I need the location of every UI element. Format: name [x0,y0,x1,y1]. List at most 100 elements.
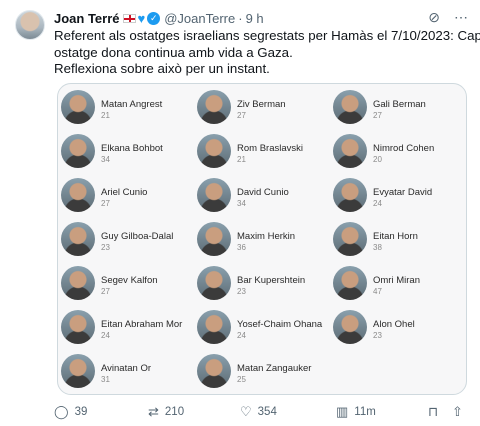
separator-dot: · [238,10,243,26]
hostage-name: Segev Kalfon [101,275,158,286]
hostage-name: Maxim Herkin [237,231,296,242]
reply-icon: ◯ [54,404,69,419]
hostage-entry: Yosef-Chaim Ohana 24 [197,310,333,344]
hostage-entry: Alon Ohel 23 [333,310,469,344]
like-button[interactable]: ♡ 354 [240,404,277,420]
like-count: 354 [257,406,277,418]
hostage-name: Matan Zangauker [237,363,312,374]
hostage-photo [197,134,231,168]
hostage-photo [197,266,231,300]
tweet-text-line-3: Reflexiona sobre això per un instant. [54,61,270,76]
hostage-entry: Guy Gilboa-Dalal 23 [61,222,197,256]
share-button[interactable]: ⇧ [452,404,463,420]
avatar[interactable] [15,10,45,40]
hostage-age: 31 [101,375,110,384]
hostage-entry: Evyatar David 24 [333,178,469,212]
hostage-entry: Avinatan Or 31 [61,354,197,388]
hostage-age: 47 [373,287,382,296]
verified-badge-icon[interactable]: ✓ [147,11,161,25]
grok-icon[interactable]: ⊘ [428,8,440,26]
hostage-photo [61,134,95,168]
heart-icon: ♡ [240,404,252,419]
bookmark-button[interactable]: ⊓ [428,404,438,420]
hostage-age: 25 [237,375,246,384]
hostage-age: 21 [101,111,110,120]
repost-icon: ⇄ [148,404,159,419]
hostage-age: 27 [373,111,382,120]
hostage-name: Eitan Abraham Mor [101,319,183,330]
author-name[interactable]: Joan Terré [54,11,120,26]
hostage-entry: Elkana Bohbot 34 [61,134,197,168]
hostage-entry: Matan Angrest 21 [61,90,197,124]
hostage-name: Elkana Bohbot [101,143,163,154]
views-icon: ▥ [336,404,349,419]
hostage-name: Ziv Berman [237,99,286,110]
hostage-age: 23 [237,287,246,296]
hostage-age: 27 [237,111,246,120]
tweet-text-line-1: Referent als ostatges israelians segrest… [54,28,480,43]
hostage-entry: Rom Braslavski 21 [197,134,333,168]
hostage-photo [197,354,231,388]
hostage-age: 24 [373,199,382,208]
hostage-image-card[interactable]: Matan Angrest 21 Ziv Berman 27 Gali Berm… [57,83,467,395]
view-count: 11m [354,406,376,418]
hostage-entry: Nimrod Cohen 20 [333,134,469,168]
more-options-icon[interactable]: ⋯ [454,8,468,26]
hostage-photo [333,222,367,256]
hostage-entry: Ariel Cunio 27 [61,178,197,212]
hostage-photo [333,178,367,212]
timestamp[interactable]: 9 h [246,11,264,26]
reply-count: 39 [74,406,88,418]
hostage-name: Nimrod Cohen [373,143,435,154]
hostage-photo [333,310,367,344]
hostage-name: Evyatar David [373,187,433,198]
hostage-photo [197,90,231,124]
hostage-name: David Cunio [237,187,289,198]
hostage-name: Bar Kupershtein [237,275,306,286]
top-icons: ⊘ ⋯ [428,8,468,26]
hostage-age: 23 [373,331,382,340]
hostage-name: Rom Braslavski [237,143,303,154]
hostage-entry: Matan Zangauker 25 [197,354,333,388]
hostage-age: 34 [101,155,110,164]
hostage-entry: David Cunio 34 [197,178,333,212]
hostage-photo [333,266,367,300]
hostage-age: 20 [373,155,382,164]
hostage-entry: Eitan Horn 38 [333,222,469,256]
hostage-entry: Bar Kupershtein 23 [197,266,333,300]
hostage-entry: Maxim Herkin 36 [197,222,333,256]
hostage-photo [333,90,367,124]
hostage-age: 36 [237,243,246,252]
heart-emoji-icon: ♥ [137,10,146,26]
hostage-photo [61,354,95,388]
hostage-photo [197,310,231,344]
hostage-name: Alon Ohel [373,319,415,330]
hostage-photo [61,90,95,124]
hostage-entry: Ziv Berman 27 [197,90,333,124]
hostage-entry: Segev Kalfon 27 [61,266,197,300]
author-handle[interactable]: @JoanTerre [164,11,235,26]
hostage-name: Yosef-Chaim Ohana [237,319,323,330]
bookmark-icon: ⊓ [428,404,439,419]
hostage-age: 23 [101,243,110,252]
tweet-text-line-2: ostatge dona continua amb vida a Gaza. [54,44,293,60]
hostage-name: Matan Angrest [101,99,163,110]
hostage-entry: Eitan Abraham Mor 24 [61,310,197,344]
tweet-text: Referent als ostatges israelians segrest… [54,28,480,78]
england-flag-icon [122,13,136,23]
hostage-photo [197,222,231,256]
repost-button[interactable]: ⇄ 210 [148,404,184,420]
hostage-photo [197,178,231,212]
views-button[interactable]: ▥ 11m [336,404,376,420]
repost-count: 210 [164,406,185,418]
hostage-age: 27 [101,199,110,208]
hostage-age: 21 [237,155,246,164]
reply-button[interactable]: ◯ 39 [54,404,87,420]
hostage-photo [61,266,95,300]
hostage-age: 24 [237,331,246,340]
tweet-header: Joan Terré ♥ ✓ @JoanTerre · 9 h [54,8,264,28]
hostage-photo [61,178,95,212]
hostage-age: 34 [237,199,246,208]
share-icon: ⇧ [452,404,463,419]
hostage-name: Eitan Horn [373,231,418,242]
